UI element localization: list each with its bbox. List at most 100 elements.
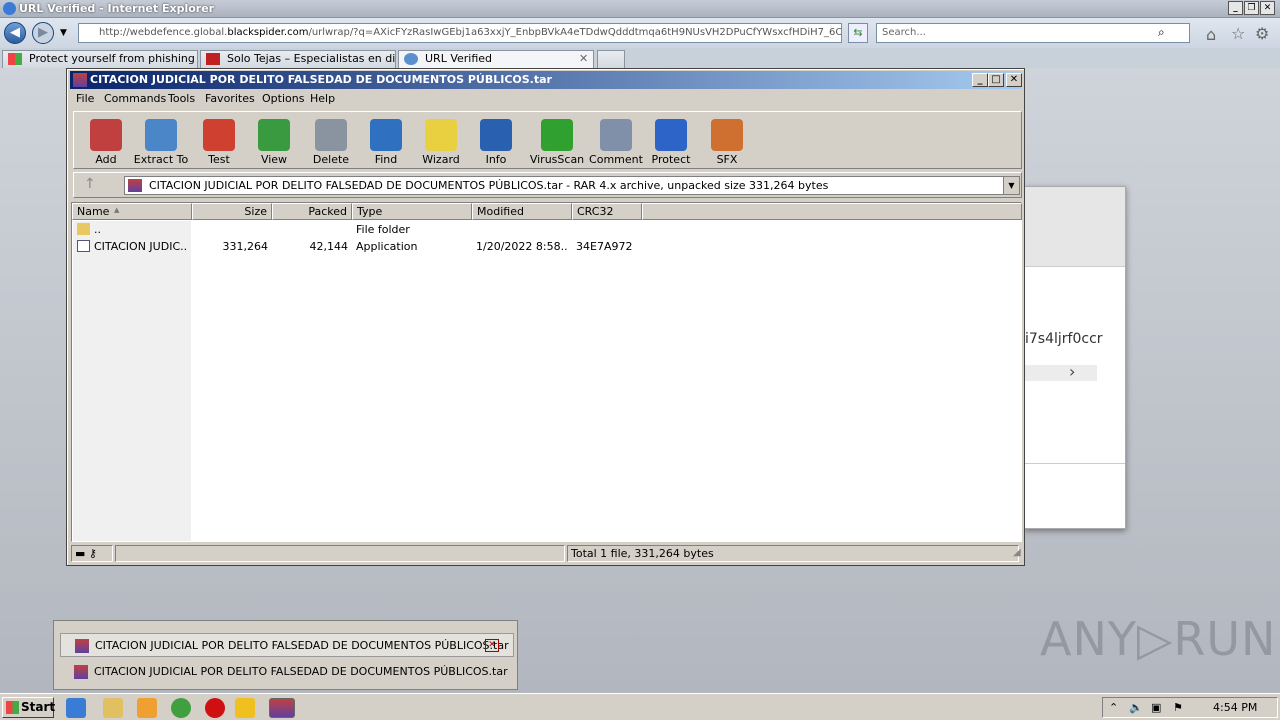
- tool-view-button[interactable]: View: [244, 116, 304, 168]
- forward-icon[interactable]: ▶: [32, 22, 54, 44]
- winrar-logo-icon: [73, 73, 87, 87]
- add-archive-icon: [90, 119, 122, 151]
- gear-icon[interactable]: ⚙: [1255, 24, 1269, 43]
- column-header-name[interactable]: Name: [72, 203, 192, 220]
- clock[interactable]: 4:54 PM: [1213, 698, 1257, 717]
- extract-folder-icon: [145, 119, 177, 151]
- menu-favorites[interactable]: Favorites: [205, 92, 255, 105]
- rar-close-button[interactable]: ✕: [1006, 73, 1022, 87]
- tool-comment-button[interactable]: Comment: [586, 116, 646, 168]
- tool-label: View: [260, 153, 288, 166]
- flag-icon[interactable]: ⚑: [1173, 698, 1183, 717]
- chrome-taskbar-icon[interactable]: [171, 698, 191, 718]
- app-taskbar-icon[interactable]: [235, 698, 255, 718]
- winrar-title-bar[interactable]: CITACION JUDICIAL POR DELITO FALSEDAD DE…: [70, 71, 1022, 89]
- column-header-packed[interactable]: Packed: [272, 203, 352, 220]
- home-icon[interactable]: ⌂: [1206, 25, 1216, 44]
- taskbar-group-popup: CITACION JUDICIAL POR DELITO FALSEDAD DE…: [53, 620, 518, 690]
- restore-button[interactable]: ❐: [1244, 1, 1259, 15]
- media-player-taskbar-icon[interactable]: [137, 698, 157, 718]
- network-icon[interactable]: ▣: [1151, 698, 1161, 717]
- start-button[interactable]: Start: [2, 697, 55, 718]
- menu-help[interactable]: Help: [310, 92, 335, 105]
- tab-label: Solo Tejas – Especialistas en dis...: [227, 52, 396, 65]
- address-bar[interactable]: http://webdefence.global.blackspider.com…: [78, 23, 842, 43]
- tool-delete-button[interactable]: Delete: [301, 116, 361, 168]
- popup-item-2[interactable]: CITACION JUDICIAL POR DELITO FALSEDAD DE…: [60, 660, 514, 684]
- tool-label: Test: [208, 153, 230, 166]
- winrar-icon: [75, 639, 89, 653]
- application-icon: [77, 240, 90, 252]
- menu-tools[interactable]: Tools: [168, 92, 195, 105]
- column-header-modified[interactable]: Modified: [472, 203, 572, 220]
- address-path: /urlwrap/?q=AXicFYzRasIwGEbj1a63xxjY_Enb…: [308, 27, 842, 38]
- ie-navigation-bar: ◀ ▶ ▼ http://webdefence.global.blackspid…: [0, 18, 1280, 48]
- refresh-icon[interactable]: ⇆: [848, 23, 868, 43]
- archive-path-field[interactable]: CITACION JUDICIAL POR DELITO FALSEDAD DE…: [124, 176, 1020, 195]
- tool-extract-to-button[interactable]: Extract To: [131, 116, 191, 168]
- tab-phishing[interactable]: Protect yourself from phishing: [2, 50, 198, 68]
- popup-item-1[interactable]: CITACION JUDICIAL POR DELITO FALSEDAD DE…: [60, 633, 514, 657]
- up-arrow-icon[interactable]: ↑: [84, 176, 96, 192]
- column-header-size[interactable]: Size: [192, 203, 272, 220]
- cell-packed: 42,144: [309, 240, 349, 253]
- tool-protect-button[interactable]: Protect: [641, 116, 701, 168]
- tab-solo-tejas[interactable]: Solo Tejas – Especialistas en dis...: [200, 50, 396, 68]
- new-tab-button[interactable]: [597, 50, 625, 68]
- minimize-button[interactable]: _: [1228, 1, 1243, 15]
- comment-icon: [600, 119, 632, 151]
- tool-test-button[interactable]: Test: [189, 116, 249, 168]
- tool-info-button[interactable]: Info: [466, 116, 526, 168]
- column-header-crc32[interactable]: CRC32: [572, 203, 642, 220]
- ie-taskbar-icon[interactable]: [66, 698, 86, 718]
- ie-page-icon: [404, 53, 418, 65]
- column-header-type[interactable]: Type: [352, 203, 472, 220]
- tool-virusscan-button[interactable]: VirusScan: [527, 116, 587, 168]
- cell-name: ..: [94, 223, 101, 236]
- rar-maximize-button[interactable]: □: [988, 73, 1004, 87]
- menu-options[interactable]: Options: [262, 92, 304, 105]
- close-tab-icon[interactable]: ✕: [579, 51, 588, 67]
- virusscan-bug-icon: [541, 119, 573, 151]
- menu-file[interactable]: File: [76, 92, 94, 105]
- status-total: Total 1 file, 331,264 bytes: [567, 545, 1019, 562]
- file-list: Name Size Packed Type Modified CRC32 ▲.. File f…: [71, 202, 1022, 542]
- table-row[interactable]: .. File folder: [72, 221, 1022, 238]
- site-favicon-icon: [206, 53, 220, 65]
- tab-label: Protect yourself from phishing: [29, 52, 195, 65]
- search-input[interactable]: Search...: [876, 23, 1190, 43]
- explorer-taskbar-icon[interactable]: [103, 698, 123, 718]
- drive-status-icons[interactable]: ▬ ⚷: [71, 545, 113, 562]
- tab-url-verified[interactable]: URL Verified ✕: [398, 50, 594, 68]
- tool-wizard-button[interactable]: Wizard: [411, 116, 471, 168]
- favorites-star-icon[interactable]: ☆: [1231, 24, 1245, 43]
- anyrun-watermark: ANY▷RUN: [1040, 612, 1277, 666]
- chevron-right-icon[interactable]: ›: [1069, 362, 1075, 381]
- path-dropdown-icon[interactable]: ▼: [1003, 177, 1019, 194]
- dialog-nav-bar[interactable]: ›: [1025, 362, 1097, 381]
- winrar-statusbar: ▬ ⚷ Total 1 file, 331,264 bytes ◢: [71, 545, 1022, 563]
- tool-label: Find: [374, 153, 398, 166]
- tool-find-button[interactable]: Find: [356, 116, 416, 168]
- rar-minimize-button[interactable]: _: [972, 73, 988, 87]
- ie-title-bar: URL Verified - Internet Explorer _ ❐ ✕: [0, 0, 1280, 18]
- close-icon[interactable]: ✕: [485, 639, 499, 652]
- windows-logo-icon: [8, 53, 22, 65]
- tray-expand-icon[interactable]: ⌃: [1109, 698, 1118, 717]
- volume-icon[interactable]: 🔈: [1129, 698, 1143, 717]
- opera-taskbar-icon[interactable]: [205, 698, 225, 718]
- system-tray: ⌃ 🔈 ▣ ⚑ 4:54 PM: [1102, 697, 1278, 718]
- back-icon[interactable]: ◀: [4, 22, 26, 44]
- menu-commands[interactable]: Commands: [104, 92, 166, 105]
- dialog-header: [1025, 187, 1125, 267]
- tool-sfx-button[interactable]: SFX: [697, 116, 757, 168]
- search-icon[interactable]: ⌕: [1158, 25, 1165, 40]
- tool-add-button[interactable]: Add: [76, 116, 136, 168]
- history-dropdown-icon[interactable]: ▼: [60, 28, 67, 38]
- winrar-title: CITACION JUDICIAL POR DELITO FALSEDAD DE…: [90, 73, 552, 86]
- table-row[interactable]: CITACION JUDIC... 331,264 42,144 Applicatio…: [72, 238, 1022, 255]
- close-button[interactable]: ✕: [1260, 1, 1275, 15]
- resize-grip-icon[interactable]: ◢: [1013, 547, 1021, 558]
- address-host: blackspider.com: [227, 27, 309, 38]
- winrar-taskbar-icon[interactable]: [269, 698, 295, 718]
